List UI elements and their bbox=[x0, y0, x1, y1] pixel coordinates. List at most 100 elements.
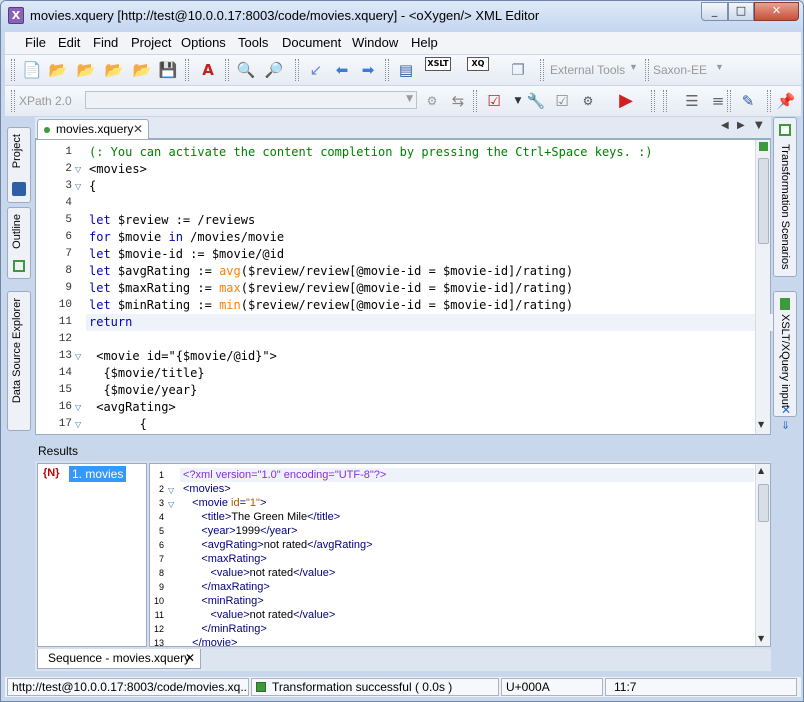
tab-movies-xquery[interactable]: movies.xquery ✕ bbox=[37, 119, 149, 139]
menu-tools[interactable]: Tools bbox=[238, 35, 268, 50]
code-line[interactable]: let $maxRating := max($review/review[@mo… bbox=[86, 280, 774, 297]
code-line[interactable]: <year>1999</year> bbox=[180, 524, 754, 538]
toolbar-grip[interactable] bbox=[11, 59, 15, 81]
close-button[interactable]: ✕ bbox=[754, 2, 799, 21]
open-project-icon[interactable]: 📂 bbox=[131, 59, 153, 81]
chevron-down-icon[interactable]: ▼ bbox=[715, 62, 724, 72]
code-line[interactable]: <avgRating> bbox=[86, 399, 774, 416]
code-line[interactable]: <movies> bbox=[86, 161, 774, 178]
menu-document[interactable]: Document bbox=[282, 35, 341, 50]
menu-help[interactable]: Help bbox=[411, 35, 438, 50]
result-code-area[interactable]: <?xml version="1.0" encoding="UTF-8"?> <m… bbox=[180, 464, 754, 649]
open-remote-icon[interactable]: 📂 bbox=[103, 59, 125, 81]
chevron-down-icon[interactable]: ▼ bbox=[629, 62, 638, 72]
toolbar-grip[interactable] bbox=[767, 90, 771, 112]
menu-window[interactable]: Window bbox=[352, 35, 398, 50]
code-line[interactable]: <avgRating>not rated</avgRating> bbox=[180, 538, 754, 552]
pdf-icon[interactable]: A bbox=[197, 59, 219, 81]
toolbar-grip[interactable] bbox=[385, 59, 389, 81]
toolbar-grip[interactable] bbox=[540, 59, 544, 81]
code-line[interactable]: <?xml version="1.0" encoding="UTF-8"?> bbox=[180, 468, 754, 482]
code-line[interactable] bbox=[86, 195, 774, 212]
toolbar-grip[interactable] bbox=[225, 59, 229, 81]
code-line[interactable]: {$movie/year} bbox=[86, 382, 774, 399]
tab-outline[interactable]: Outline bbox=[7, 207, 31, 279]
run-transformation-icon[interactable]: ▶ bbox=[615, 90, 637, 112]
toolbar-grip[interactable] bbox=[473, 90, 477, 112]
new-file-icon[interactable]: 📄 bbox=[21, 59, 43, 81]
menu-find[interactable]: Find bbox=[93, 35, 118, 50]
editor-vertical-scrollbar[interactable]: ▼ bbox=[755, 140, 770, 434]
menu-edit[interactable]: Edit bbox=[58, 35, 80, 50]
toolbar-grip[interactable] bbox=[651, 90, 655, 112]
fold-toggle-icon[interactable]: ▽ bbox=[75, 348, 81, 365]
transfer-icon[interactable]: ⇆ bbox=[447, 90, 469, 112]
toolbar-grip[interactable] bbox=[645, 59, 649, 81]
close-panel-icon[interactable]: ✕ bbox=[781, 403, 791, 417]
compare-icon[interactable]: ❐ bbox=[507, 59, 529, 81]
collapse-panel-icon[interactable]: ⇓ bbox=[781, 419, 790, 432]
tab-sequence[interactable]: Sequence - movies.xquery ✕ bbox=[37, 649, 201, 669]
open-folder-icon[interactable]: 📂 bbox=[47, 59, 69, 81]
code-line[interactable]: return bbox=[86, 314, 774, 331]
xpath-input[interactable]: ▼ bbox=[85, 91, 417, 109]
sequence-list[interactable]: {N} 1. movies bbox=[37, 463, 147, 647]
code-area[interactable]: (: You can activate the content completi… bbox=[86, 140, 774, 434]
code-line[interactable]: <movies> bbox=[180, 482, 754, 496]
code-line[interactable]: </movie> bbox=[180, 636, 754, 650]
code-line[interactable]: let $movie-id := $movie/@id bbox=[86, 246, 774, 263]
editor-list-icon[interactable]: ▼ bbox=[755, 120, 763, 131]
scroll-right-icon[interactable]: ▶ bbox=[737, 120, 745, 131]
tab-transformation-scenarios[interactable]: Transformation Scenarios bbox=[773, 117, 797, 277]
open-url-icon[interactable]: 📂 bbox=[75, 59, 97, 81]
goto-icon[interactable]: ↙ bbox=[305, 59, 327, 81]
code-editor[interactable]: 1 2 ▽ 3 ▽ 4 5 6 7 8 9 10 11 12 13 ▽ 14 15 16 ▽ 17 ▽ (: You ca… bbox=[35, 139, 774, 435]
code-line[interactable]: for $movie in /movies/movie bbox=[86, 229, 774, 246]
xpath-settings-icon[interactable]: ⚙ bbox=[421, 90, 443, 112]
external-tools-dropdown[interactable]: External Tools bbox=[550, 63, 625, 77]
saxon-version-dropdown[interactable]: Saxon-EE bbox=[653, 63, 707, 77]
code-line[interactable]: (: You can activate the content completi… bbox=[86, 144, 774, 161]
code-line[interactable]: </minRating> bbox=[180, 622, 754, 636]
fold-toggle-icon[interactable]: ▽ bbox=[168, 496, 174, 513]
code-line[interactable]: <movie id="{$movie/@id}"> bbox=[86, 348, 774, 365]
scrollbar-thumb[interactable] bbox=[758, 158, 769, 244]
toolbar-grip[interactable] bbox=[295, 59, 299, 81]
chevron-down-icon[interactable]: ▼ bbox=[758, 634, 764, 643]
toolbar-grip[interactable] bbox=[727, 90, 731, 112]
chevron-down-icon[interactable]: ▼ bbox=[406, 94, 413, 104]
menu-file[interactable]: File bbox=[25, 35, 46, 50]
format-indent-icon[interactable]: ☰ bbox=[681, 90, 703, 112]
code-line[interactable]: <maxRating> bbox=[180, 552, 754, 566]
document-icon[interactable]: ▤ bbox=[395, 59, 417, 81]
close-tab-icon[interactable]: ✕ bbox=[133, 122, 143, 136]
code-line[interactable]: <value>not rated</value> bbox=[180, 566, 754, 580]
back-arrow-icon[interactable]: ⬅ bbox=[331, 59, 353, 81]
menu-project[interactable]: Project bbox=[131, 35, 171, 50]
toolbar-grip[interactable] bbox=[185, 59, 189, 81]
minimize-button[interactable]: _ bbox=[701, 2, 728, 21]
forward-arrow-icon[interactable]: ➡ bbox=[357, 59, 379, 81]
scrollbar-thumb[interactable] bbox=[758, 484, 769, 522]
code-line[interactable]: <title>The Green Mile</title> bbox=[180, 510, 754, 524]
tab-xslt-xquery-input[interactable]: XSLT/XQuery input bbox=[773, 291, 797, 417]
code-line[interactable]: <value>not rated</value> bbox=[180, 608, 754, 622]
tab-project[interactable]: Project bbox=[7, 127, 31, 203]
find-in-files-icon[interactable]: 🔎 bbox=[263, 59, 285, 81]
xslt-debugger-icon[interactable]: XSLT bbox=[425, 57, 451, 71]
configure-icon[interactable]: ⚙ bbox=[577, 90, 599, 112]
validate-check-icon[interactable]: ☑ bbox=[483, 90, 505, 112]
find-icon[interactable]: 🔍 bbox=[235, 59, 257, 81]
code-line[interactable]: </maxRating> bbox=[180, 580, 754, 594]
toolbar-grip[interactable] bbox=[663, 90, 667, 112]
chevron-up-icon[interactable]: ▲ bbox=[758, 466, 764, 475]
code-line[interactable]: { bbox=[86, 178, 774, 195]
code-line[interactable]: let $review := /reviews bbox=[86, 212, 774, 229]
scroll-left-icon[interactable]: ◀ bbox=[721, 120, 729, 131]
chevron-down-icon[interactable]: ▼ bbox=[758, 420, 764, 429]
code-line[interactable]: {$movie/title} bbox=[86, 365, 774, 382]
maximize-button[interactable]: □ bbox=[728, 2, 754, 21]
result-editor[interactable]: 1 2 ▽ 3 ▽ 4 5 6 7 8 9 10 11 12 13 <?xml version="1.0" … bbox=[149, 463, 771, 649]
code-line[interactable]: let $avgRating := avg($review/review[@mo… bbox=[86, 263, 774, 280]
tab-data-source-explorer[interactable]: Data Source Explorer bbox=[7, 291, 31, 431]
